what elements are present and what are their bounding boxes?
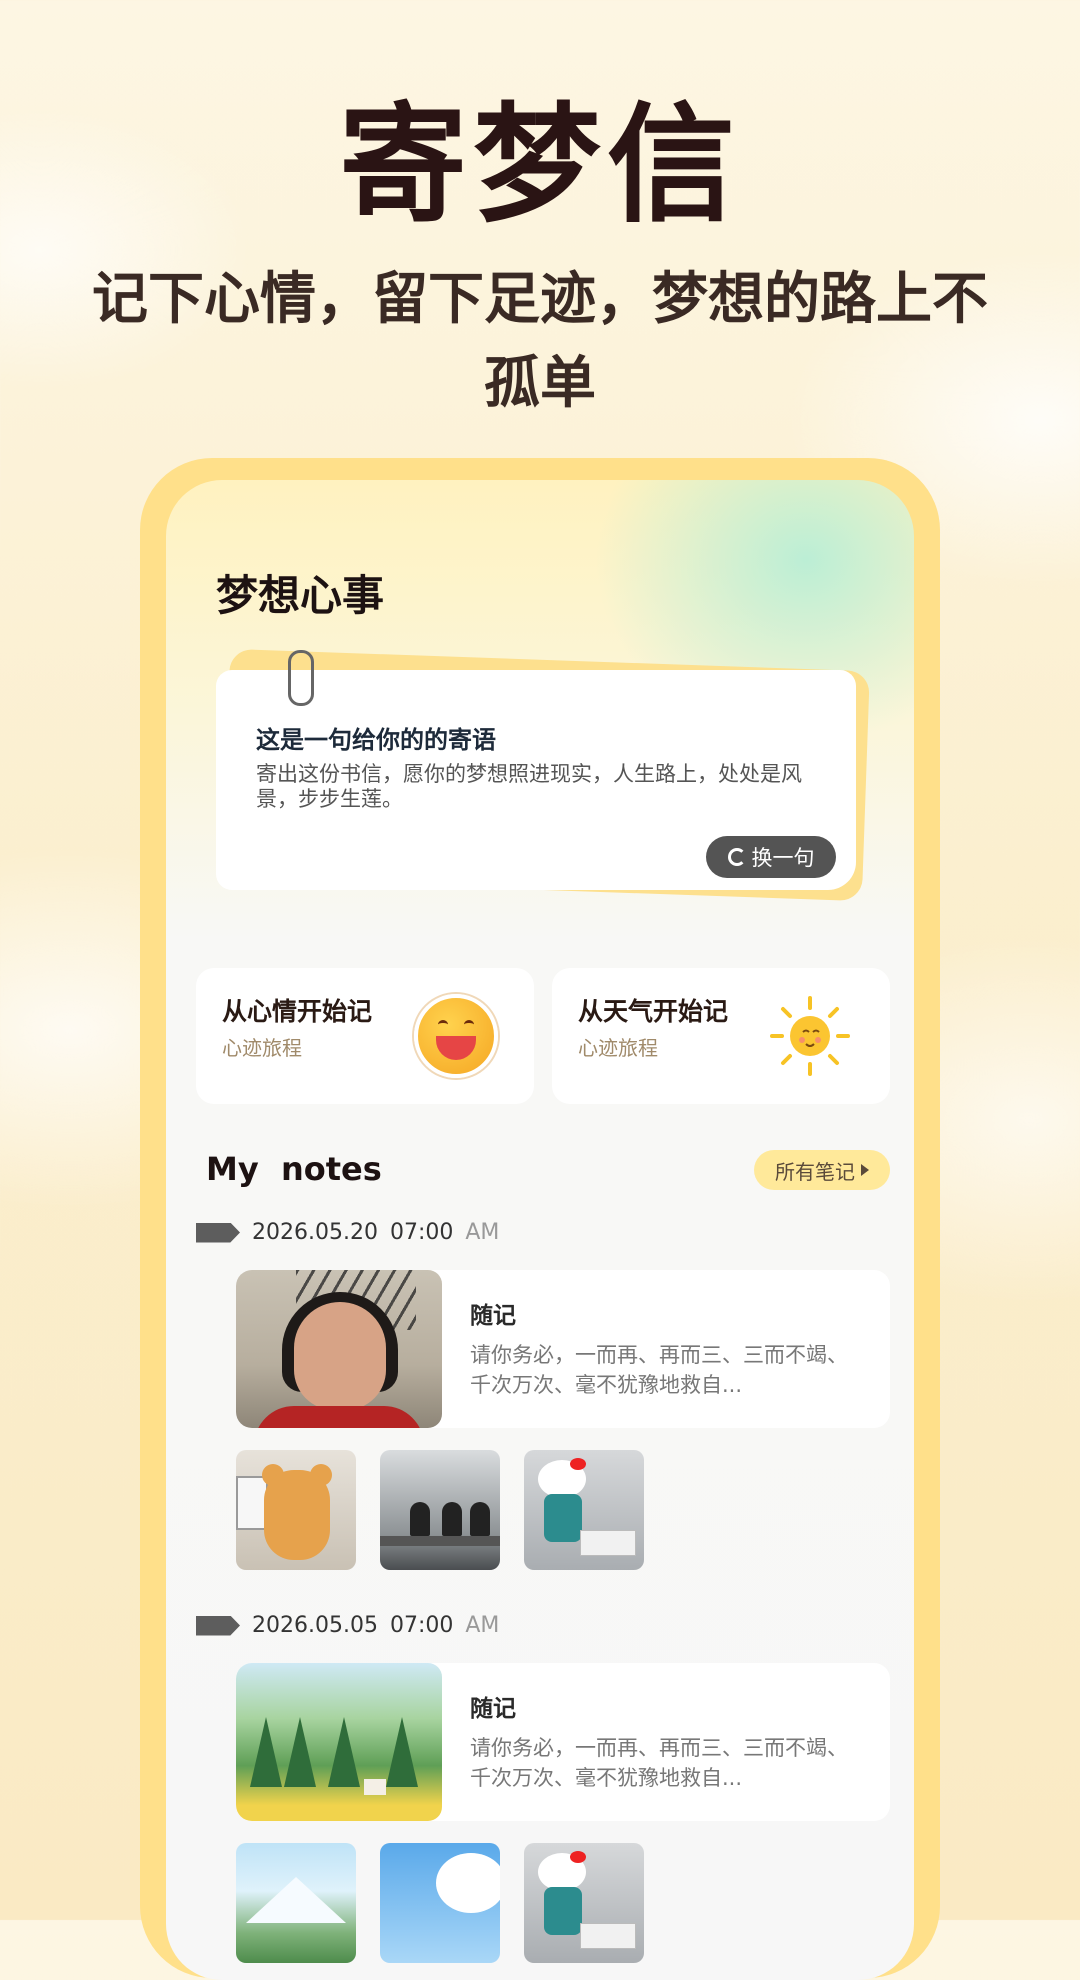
note-card[interactable]: 随记 请你务必，一而再、再而三、三而不竭、千次万次、毫不犹豫地救自...	[236, 1270, 890, 1428]
note-title: 随记	[470, 1696, 516, 1722]
mood-entry-card[interactable]: 从心情开始记 心迹旅程	[196, 968, 534, 1104]
note-ampm: AM	[465, 1613, 500, 1638]
quote-card: 这是一句给你的的寄语 寄出这份书信，愿你的梦想照进现实，人生路上，处处是风景，步…	[196, 648, 886, 910]
note-title: 随记	[470, 1303, 516, 1329]
refresh-quote-label: 换一句	[751, 846, 815, 870]
sun-icon	[770, 996, 850, 1076]
note-photo[interactable]	[524, 1843, 644, 1963]
smiley-face-icon	[414, 994, 498, 1078]
all-notes-button[interactable]: 所有笔记	[754, 1150, 890, 1190]
note-photo[interactable]	[380, 1450, 500, 1570]
section-title: 梦想心事	[216, 571, 385, 620]
note-excerpt: 请你务必，一而再、再而三、三而不竭、千次万次、毫不犹豫地救自...	[470, 1736, 848, 1790]
notes-header: My notes	[206, 1150, 382, 1188]
note-thumbnail-image	[236, 1270, 442, 1428]
date-tag-icon	[196, 1615, 240, 1636]
note-date-row: 2026.05.20 07:00 AM	[196, 1220, 499, 1245]
note-photo[interactable]	[380, 1843, 500, 1963]
mood-entry-subtitle: 心迹旅程	[222, 1036, 302, 1060]
note-card[interactable]: 随记 请你务必，一而再、再而三、三而不竭、千次万次、毫不犹豫地救自...	[236, 1663, 890, 1821]
note-thumbnail-image	[236, 1663, 442, 1821]
note-date-row: 2026.05.05 07:00 AM	[196, 1613, 499, 1638]
quote-text: 寄出这份书信，愿你的梦想照进现实，人生路上，处处是风景，步步生莲。	[256, 762, 802, 811]
note-photo[interactable]	[236, 1843, 356, 1963]
mood-entry-title: 从心情开始记	[222, 997, 373, 1026]
note-time: 07:00	[389, 1613, 454, 1638]
note-excerpt: 请你务必，一而再、再而三、三而不竭、千次万次、毫不犹豫地救自...	[470, 1343, 848, 1397]
refresh-icon	[727, 848, 746, 866]
note-ampm: AM	[465, 1220, 500, 1245]
all-notes-label: 所有笔记	[775, 1159, 855, 1184]
app-title: 寄梦信	[338, 91, 741, 240]
weather-entry-title: 从天气开始记	[578, 997, 729, 1026]
weather-entry-subtitle: 心迹旅程	[578, 1036, 658, 1060]
refresh-quote-button[interactable]: 换一句	[706, 836, 836, 878]
quote-title: 这是一句给你的的寄语	[256, 726, 496, 754]
date-tag-icon	[196, 1222, 240, 1243]
note-photo[interactable]	[524, 1450, 644, 1570]
paperclip-icon	[288, 650, 314, 706]
note-date: 2026.05.20	[252, 1220, 378, 1245]
play-arrow-icon	[861, 1164, 869, 1176]
note-photo-row	[236, 1843, 644, 1963]
weather-entry-card[interactable]: 从天气开始记 心迹旅程	[552, 968, 890, 1104]
note-date: 2026.05.05	[252, 1613, 378, 1638]
note-photo-row	[236, 1450, 644, 1570]
phone-screen: 梦想心事 这是一句给你的的寄语 寄出这份书信，愿你的梦想照进现实，人生路上，处处…	[166, 480, 914, 1980]
promo-tagline: 记下心情，留下足迹，梦想的路上不孤单	[92, 267, 988, 416]
note-photo[interactable]	[236, 1450, 356, 1570]
note-time: 07:00	[389, 1220, 454, 1245]
